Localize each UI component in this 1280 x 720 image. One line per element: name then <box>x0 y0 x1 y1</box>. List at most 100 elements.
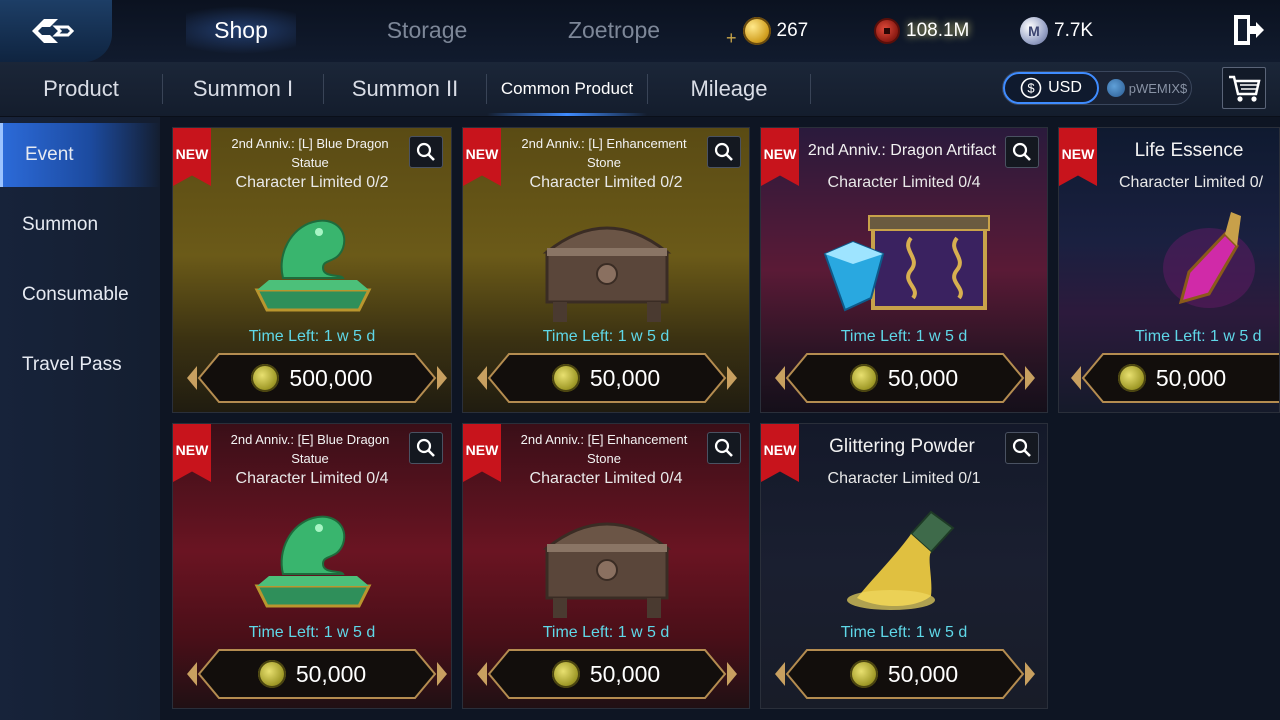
price-value: 50,000 <box>295 660 367 687</box>
silver-currency[interactable]: M 7.7K <box>1020 14 1093 48</box>
sidebar-item-travel-pass[interactable]: Travel Pass <box>0 333 160 397</box>
dollar-icon: $ <box>1020 77 1042 99</box>
product-card[interactable]: NEW 2nd Anniv.: [L] Blue Dragon Statue C… <box>172 127 452 413</box>
time-left: Time Left: 1 w 5 d <box>840 624 968 641</box>
zoom-button[interactable] <box>707 136 741 168</box>
magnifier-icon <box>1012 438 1031 457</box>
jade-dragon-statue-icon <box>173 494 451 624</box>
product-title: 2nd Anniv.: Dragon Artifact <box>807 142 997 159</box>
silver-coin-icon: M <box>1020 17 1048 45</box>
coin-icon <box>257 660 286 688</box>
tab-summon-1[interactable]: Summon I <box>163 62 323 116</box>
time-left: Time Left: 1 w 5 d <box>542 328 670 345</box>
tab-divider <box>810 74 811 104</box>
tab-storage[interactable]: Storage <box>372 0 482 60</box>
product-title: 2nd Anniv.: [L] Blue Dragon Statue <box>231 136 389 170</box>
product-title: 2nd Anniv.: [L] Enhancement Stone <box>521 136 687 170</box>
buy-button[interactable]: 50,000 <box>475 646 737 702</box>
gold-coin-icon <box>742 17 771 45</box>
zoom-button[interactable] <box>1005 432 1039 464</box>
red-currency[interactable]: 108.1M <box>874 14 969 48</box>
purchase-limit: Character Limited 0/4 <box>235 470 389 487</box>
tab-mileage[interactable]: Mileage <box>648 62 810 116</box>
magnifier-icon <box>416 142 435 161</box>
price-value: 50,000 <box>589 364 661 391</box>
red-amount: 108.1M <box>906 20 970 41</box>
time-left: Time Left: 1 w 5 d <box>248 624 376 641</box>
product-card[interactable]: NEW 2nd Anniv.: [E] Enhancement Stone Ch… <box>462 423 750 709</box>
sidebar-item-summon[interactable]: Summon <box>0 193 160 257</box>
product-title: Glittering Powder <box>829 436 975 457</box>
magnifier-icon <box>714 142 733 161</box>
top-bar: Shop Storage Zoetrope + 267 108.1M M 7.7… <box>0 0 1280 62</box>
purchase-limit: Character Limited 0/4 <box>529 470 683 487</box>
magnifier-icon <box>1012 142 1031 161</box>
product-title: 2nd Anniv.: [E] Enhancement Stone <box>520 432 688 466</box>
buy-button[interactable]: 50,000 <box>185 646 447 702</box>
potion-vial-icon <box>1059 198 1279 328</box>
buy-button[interactable]: 50,000 <box>1069 350 1279 406</box>
gold-currency[interactable]: + 267 <box>726 14 808 48</box>
tab-summon-2[interactable]: Summon II <box>324 62 486 116</box>
product-title: Life Essence <box>1134 140 1244 161</box>
bronze-chest-icon <box>463 494 749 624</box>
zoom-button[interactable] <box>409 136 443 168</box>
pwemix-label: pWEMIX$ <box>1128 80 1188 96</box>
price-value: 50,000 <box>589 660 661 687</box>
purchase-limit: Character Limited 0/4 <box>827 174 981 191</box>
zoom-button[interactable] <box>409 432 443 464</box>
coin-icon <box>849 364 878 392</box>
time-left: Time Left: 1 w 5 d <box>248 328 376 345</box>
pwemix-option[interactable]: pWEMIX$ <box>1103 72 1191 104</box>
purchase-limit: Character Limited 0/2 <box>235 174 389 191</box>
price-value: 50,000 <box>887 364 959 391</box>
product-card[interactable]: NEW 2nd Anniv.: [L] Enhancement Stone Ch… <box>462 127 750 413</box>
coin-icon <box>551 660 580 688</box>
zoom-button[interactable] <box>707 432 741 464</box>
gem-and-dragon-chest-icon <box>761 198 1047 328</box>
product-card[interactable]: NEW Glittering Powder Character Limited … <box>760 423 1048 709</box>
purchase-limit: Character Limited 0/ <box>1119 174 1264 191</box>
red-coin-icon <box>874 18 900 44</box>
buy-button[interactable]: 500,000 <box>185 350 447 406</box>
new-badge: NEW <box>1059 128 1097 186</box>
add-gold-icon[interactable]: + <box>726 28 737 49</box>
tab-common-product[interactable]: Common Product <box>487 62 647 116</box>
buy-button[interactable]: 50,000 <box>773 646 1035 702</box>
cart-button[interactable] <box>1222 67 1266 109</box>
bronze-chest-icon <box>463 198 749 328</box>
product-card[interactable]: NEW Life Essence Character Limited 0/ Ti… <box>1058 127 1280 413</box>
product-card[interactable]: NEW 2nd Anniv.: [E] Blue Dragon Statue C… <box>172 423 452 709</box>
coin-icon <box>551 364 580 392</box>
price-value: 50,000 <box>887 660 959 687</box>
sidebar-item-consumable[interactable]: Consumable <box>0 263 160 327</box>
logo-icon <box>32 19 75 43</box>
time-left: Time Left: 1 w 5 d <box>542 624 670 641</box>
product-grid: NEW 2nd Anniv.: [L] Blue Dragon Statue C… <box>160 117 1280 720</box>
usd-label: USD <box>1048 79 1082 96</box>
product-card[interactable]: NEW 2nd Anniv.: Dragon Artifact Characte… <box>760 127 1048 413</box>
buy-button[interactable]: 50,000 <box>475 350 737 406</box>
menu-logo-button[interactable] <box>0 0 112 62</box>
coin-icon <box>849 660 878 688</box>
sidebar-item-event[interactable]: Event <box>0 123 160 187</box>
currency-toggle[interactable]: $ USD pWEMIX$ <box>1002 71 1192 105</box>
tab-product[interactable]: Product <box>0 62 162 116</box>
purchase-limit: Character Limited 0/1 <box>827 470 981 487</box>
tab-zoetrope[interactable]: Zoetrope <box>556 0 672 60</box>
product-title: 2nd Anniv.: [E] Blue Dragon Statue <box>230 432 390 466</box>
category-sidebar: Event Summon Consumable Travel Pass <box>0 117 161 720</box>
buy-button[interactable]: 50,000 <box>773 350 1035 406</box>
magnifier-icon <box>714 438 733 457</box>
usd-option[interactable]: $ USD <box>1003 72 1099 104</box>
purchase-limit: Character Limited 0/2 <box>529 174 683 191</box>
zoom-button[interactable] <box>1005 136 1039 168</box>
tab-shop[interactable]: Shop <box>186 0 296 60</box>
price-value: 500,000 <box>289 364 373 391</box>
magnifier-icon <box>416 438 435 457</box>
exit-button[interactable] <box>1230 12 1266 48</box>
coin-icon <box>1117 364 1146 392</box>
exit-icon <box>1234 15 1264 45</box>
price-value: 50,000 <box>1155 364 1227 391</box>
gold-amount: 267 <box>776 20 809 41</box>
